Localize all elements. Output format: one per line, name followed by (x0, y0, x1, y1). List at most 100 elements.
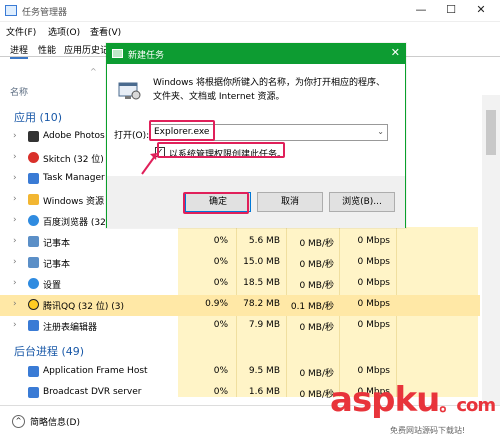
title-bar: 任务管理器 — ☐ ✕ (0, 0, 500, 22)
adobe-photoshop-icon (28, 131, 39, 142)
cpu-value: 0% (213, 366, 228, 376)
cpu-value: 0% (213, 278, 228, 288)
folder-icon (28, 194, 39, 205)
network-value: 0 Mbps (357, 366, 390, 376)
dialog-title: 新建任务 (128, 51, 165, 61)
task-manager-icon (28, 173, 39, 184)
expand-icon[interactable]: › (13, 320, 17, 330)
disk-value: 0 MB/秒 (299, 323, 334, 333)
tab-performance[interactable]: 性能 (38, 43, 56, 56)
memory-value: 78.2 MB (243, 299, 280, 309)
network-value: 0 Mbps (357, 320, 390, 330)
expand-icon[interactable]: › (13, 215, 17, 225)
cpu-value: 0% (213, 236, 228, 246)
cpu-value: 0% (213, 320, 228, 330)
scrollbar-thumb[interactable] (486, 110, 496, 155)
cpu-value: 0.9% (205, 299, 228, 309)
arrow-icon (141, 153, 157, 175)
window-title: 任务管理器 (22, 8, 68, 18)
process-row[interactable]: › 腾讯QQ (32 位) (3) 0.9% 78.2 MB 0.1 MB/秒 … (0, 295, 480, 316)
column-name-header[interactable]: 名称 (10, 85, 28, 98)
expand-icon[interactable]: › (13, 131, 17, 141)
memory-value: 5.6 MB (248, 236, 280, 246)
network-value: 0 Mbps (357, 257, 390, 267)
memory-value: 7.9 MB (248, 320, 280, 330)
process-name: 腾讯QQ (32 位) (3) (43, 302, 124, 312)
disk-value: 0 MB/秒 (299, 390, 334, 400)
disk-value: 0 MB/秒 (299, 281, 334, 291)
memory-value: 1.6 MB (248, 387, 280, 397)
notepad-icon (28, 257, 39, 268)
process-name: Adobe Photos (43, 131, 105, 141)
expand-icon[interactable]: › (13, 299, 17, 309)
expand-icon[interactable]: › (13, 173, 17, 183)
network-value: 0 Mbps (357, 236, 390, 246)
process-name: Broadcast DVR server (43, 387, 142, 397)
close-button[interactable]: ✕ (466, 0, 496, 20)
less-details-button[interactable]: 简略信息(D) (30, 415, 80, 428)
process-name: 设置 (43, 281, 62, 291)
cpu-value: 0% (213, 257, 228, 267)
app-frame-icon (28, 366, 39, 377)
notepad-icon (28, 236, 39, 247)
network-value: 0 Mbps (357, 299, 390, 309)
memory-value: 18.5 MB (243, 278, 280, 288)
background-group-title: 后台进程 (49) (14, 345, 85, 358)
watermark: aspku。com 免费网站源码下载站! (330, 378, 500, 441)
skitch-icon (28, 152, 39, 163)
memory-value: 15.0 MB (243, 257, 280, 267)
run-program-icon (118, 82, 141, 100)
watermark-tagline: 免费网站源码下载站! (390, 426, 466, 435)
menu-view[interactable]: 查看(V) (90, 25, 121, 38)
highlight-box-ok (183, 192, 249, 214)
registry-editor-icon (28, 320, 39, 331)
expand-icon[interactable]: › (13, 236, 17, 246)
expand-icon[interactable]: › (13, 194, 17, 204)
maximize-button[interactable]: ☐ (436, 0, 466, 20)
apps-group-title: 应用 (10) (14, 111, 63, 124)
tab-processes[interactable]: 进程 (10, 43, 29, 59)
task-manager-icon (5, 5, 17, 16)
highlight-box-input (149, 120, 215, 141)
network-value: 0 Mbps (357, 278, 390, 288)
baidu-browser-icon (28, 215, 39, 226)
cancel-button[interactable]: 取消 (257, 192, 323, 212)
process-row[interactable]: › 注册表编辑器 0% 7.9 MB 0 MB/秒 0 Mbps (0, 316, 480, 337)
process-row[interactable]: › 设置 0% 18.5 MB 0 MB/秒 0 Mbps (0, 274, 480, 295)
process-row[interactable]: › 记事本 0% 5.6 MB 0 MB/秒 0 Mbps (0, 232, 480, 253)
browse-button[interactable]: 浏览(B)... (329, 192, 395, 212)
expand-icon[interactable]: › (13, 257, 17, 267)
process-name: 记事本 (43, 260, 71, 270)
highlight-box-checkbox (157, 142, 285, 158)
chevron-up-icon[interactable]: ^ (12, 415, 25, 428)
process-name: Task Manager (43, 173, 105, 183)
process-name: Skitch (32 位) (43, 155, 104, 165)
gear-icon (28, 278, 39, 289)
chevron-down-icon[interactable]: ⌄ (377, 127, 384, 136)
disk-value: 0 MB/秒 (299, 369, 334, 379)
watermark-logo: aspku。com (330, 380, 496, 420)
process-name: 记事本 (43, 239, 71, 249)
disk-value: 0.1 MB/秒 (290, 302, 334, 312)
process-name: Application Frame Host (43, 366, 148, 376)
disk-value: 0 MB/秒 (299, 260, 334, 270)
menu-file[interactable]: 文件(F) (6, 25, 36, 38)
cpu-value: 0% (213, 387, 228, 397)
expand-icon[interactable]: › (13, 152, 17, 162)
menu-options[interactable]: 选项(O) (48, 25, 80, 38)
expand-icon[interactable]: › (13, 278, 17, 288)
qq-icon (28, 299, 39, 310)
process-name: 注册表编辑器 (43, 323, 98, 333)
process-row[interactable]: › 记事本 0% 15.0 MB 0 MB/秒 0 Mbps (0, 253, 480, 274)
process-name: 百度浏览器 (32 (43, 218, 106, 228)
memory-value: 9.5 MB (248, 366, 280, 376)
broadcast-dvr-icon (28, 387, 39, 398)
menu-bar: 文件(F) 选项(O) 查看(V) (0, 22, 500, 39)
dialog-title-bar: 新建任务 ✕ (107, 44, 405, 64)
disk-value: 0 MB/秒 (299, 239, 334, 249)
minimize-button[interactable]: — (406, 0, 436, 20)
run-icon (112, 49, 123, 58)
tab-app-history[interactable]: 应用历史记 (64, 43, 109, 56)
close-icon[interactable]: ✕ (391, 46, 400, 59)
chevron-up-icon[interactable]: ^ (90, 67, 97, 76)
